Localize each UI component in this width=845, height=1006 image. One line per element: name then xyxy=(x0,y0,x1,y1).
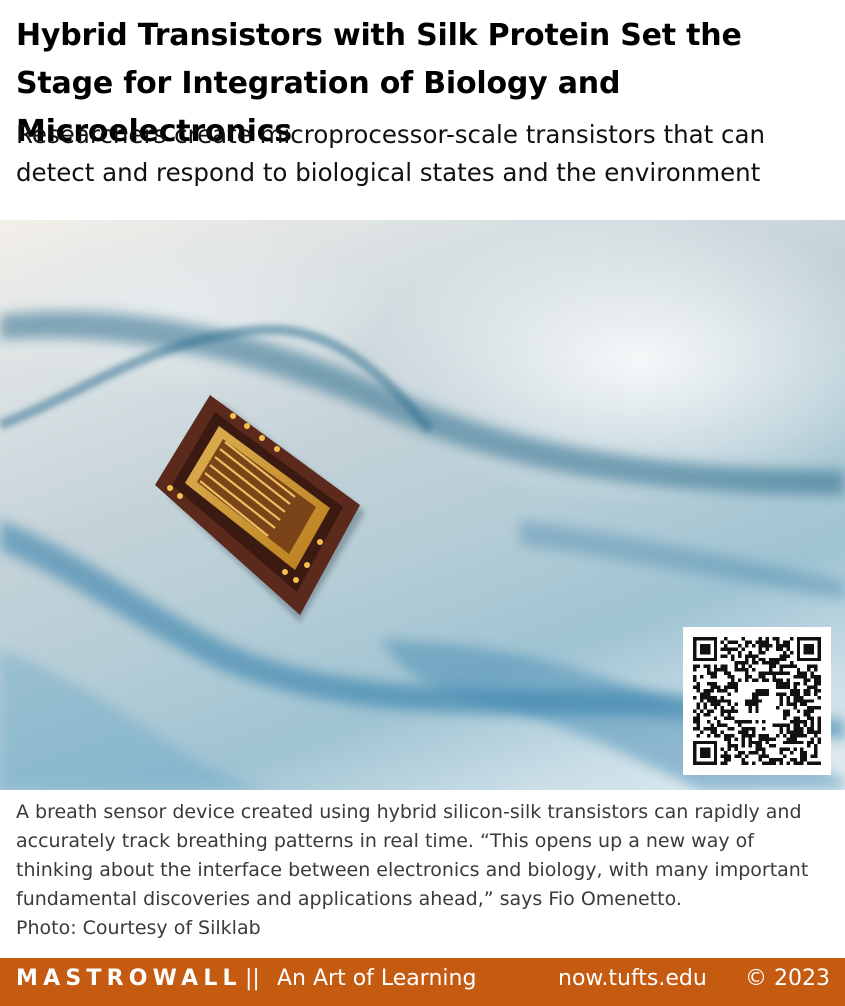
footer-separator: || xyxy=(245,966,260,991)
photo-credit: Photo: Courtesy of Silklab xyxy=(16,917,261,939)
qr-code[interactable] xyxy=(683,627,831,775)
article-header: Hybrid Transistors with Silk Protein Set… xyxy=(0,0,845,220)
caption-line: accurately track breathing patterns in r… xyxy=(16,830,754,852)
brand-name: MASTROWALL xyxy=(16,966,242,991)
caption-line: fundamental discoveries and applications… xyxy=(16,888,682,910)
brand-tagline: An Art of Learning xyxy=(277,966,477,991)
copyright: © 2023 xyxy=(745,966,830,991)
article-subtitle: Researchers create microprocessor-scale … xyxy=(16,120,766,187)
qr-code-pattern xyxy=(693,637,821,765)
footer-bar: MASTROWALL || An Art of Learning now.tuf… xyxy=(0,958,845,1006)
caption-line: thinking about the interface between ele… xyxy=(16,859,809,881)
caption-line: A breath sensor device created using hyb… xyxy=(16,801,802,823)
source-link[interactable]: now.tufts.edu xyxy=(558,966,707,991)
photo-caption: A breath sensor device created using hyb… xyxy=(16,798,836,943)
